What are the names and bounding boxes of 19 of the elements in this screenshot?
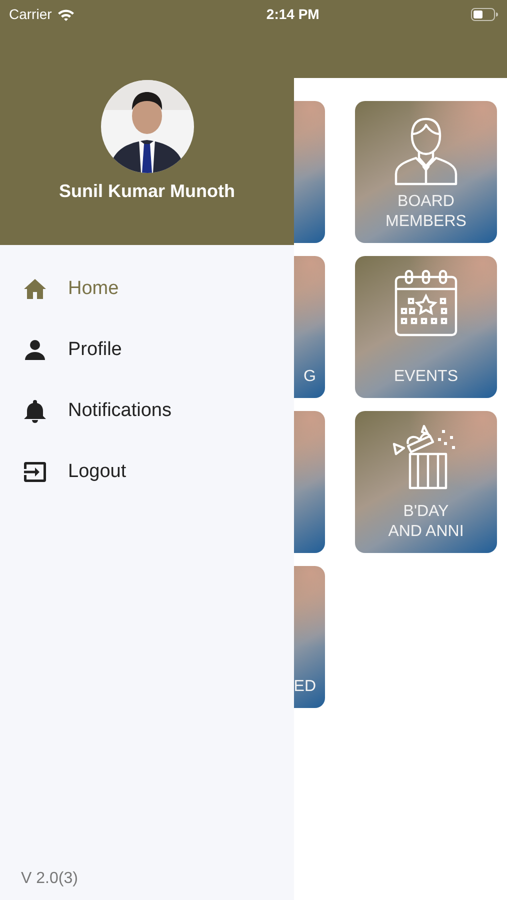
bell-icon — [22, 398, 48, 424]
menu-tile[interactable]: BOARD MEMBERS — [355, 101, 497, 243]
version-label: V 2.0(3) — [21, 870, 78, 888]
wifi-icon — [56, 8, 75, 20]
status-time: 2:14 PM — [266, 6, 320, 22]
drawer-menu-item[interactable]: Home — [0, 258, 294, 319]
tile-label: ED — [294, 677, 316, 697]
drawer-menu-item[interactable]: Logout — [0, 441, 294, 502]
drawer-menu-item[interactable]: Profile — [0, 319, 294, 380]
menu-tile[interactable]: EVENTS — [355, 256, 497, 398]
tile-label: BOARD MEMBERS — [386, 192, 466, 232]
carrier-label: Carrier — [9, 6, 52, 22]
user-name: Sunil Kumar Munoth — [59, 181, 235, 202]
tile-label: B'DAY AND ANNI — [388, 502, 464, 542]
tile-label: G — [304, 367, 316, 387]
menu-tile[interactable]: B'DAY AND ANNI — [355, 411, 497, 553]
battery-icon — [470, 8, 498, 20]
tile-label: EVENTS — [394, 367, 458, 387]
drawer-menu-item[interactable]: Notifications — [0, 380, 294, 441]
